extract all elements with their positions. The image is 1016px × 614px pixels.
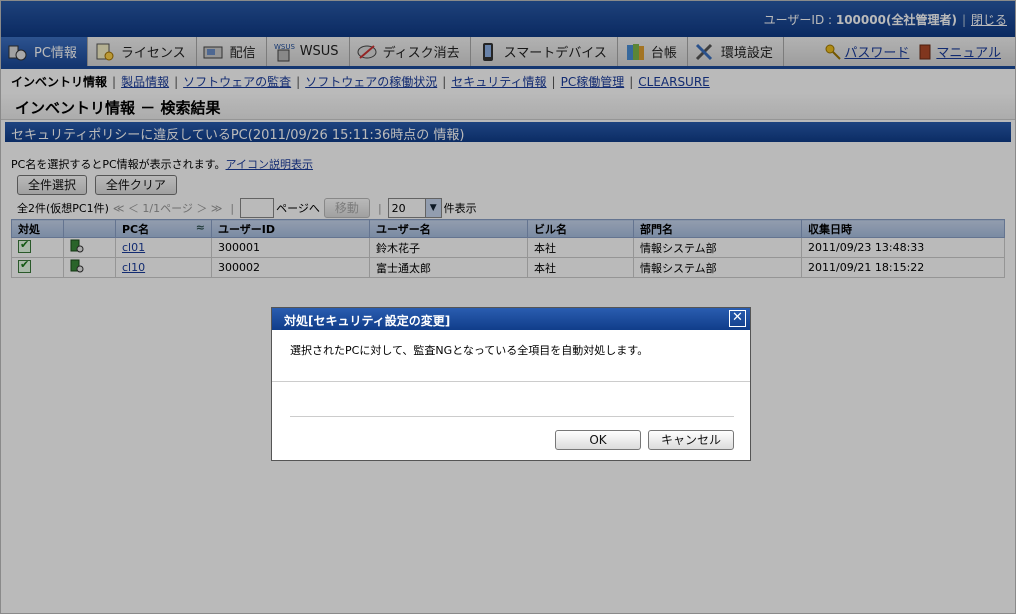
- ok-button[interactable]: OK: [555, 430, 641, 450]
- dialog-message: 選択されたPCに対して、監査NGとなっている全項目を自動対処します。: [272, 330, 750, 382]
- dialog-title: 対処[セキュリティ設定の変更]: [284, 314, 451, 328]
- cancel-button[interactable]: キャンセル: [648, 430, 734, 450]
- close-icon[interactable]: ✕: [729, 310, 746, 327]
- dialog-title-bar: 対処[セキュリティ設定の変更] ✕: [272, 308, 750, 330]
- action-dialog: 対処[セキュリティ設定の変更] ✕ 選択されたPCに対して、監査NGとなっている…: [271, 307, 751, 461]
- dialog-divider: [290, 416, 734, 417]
